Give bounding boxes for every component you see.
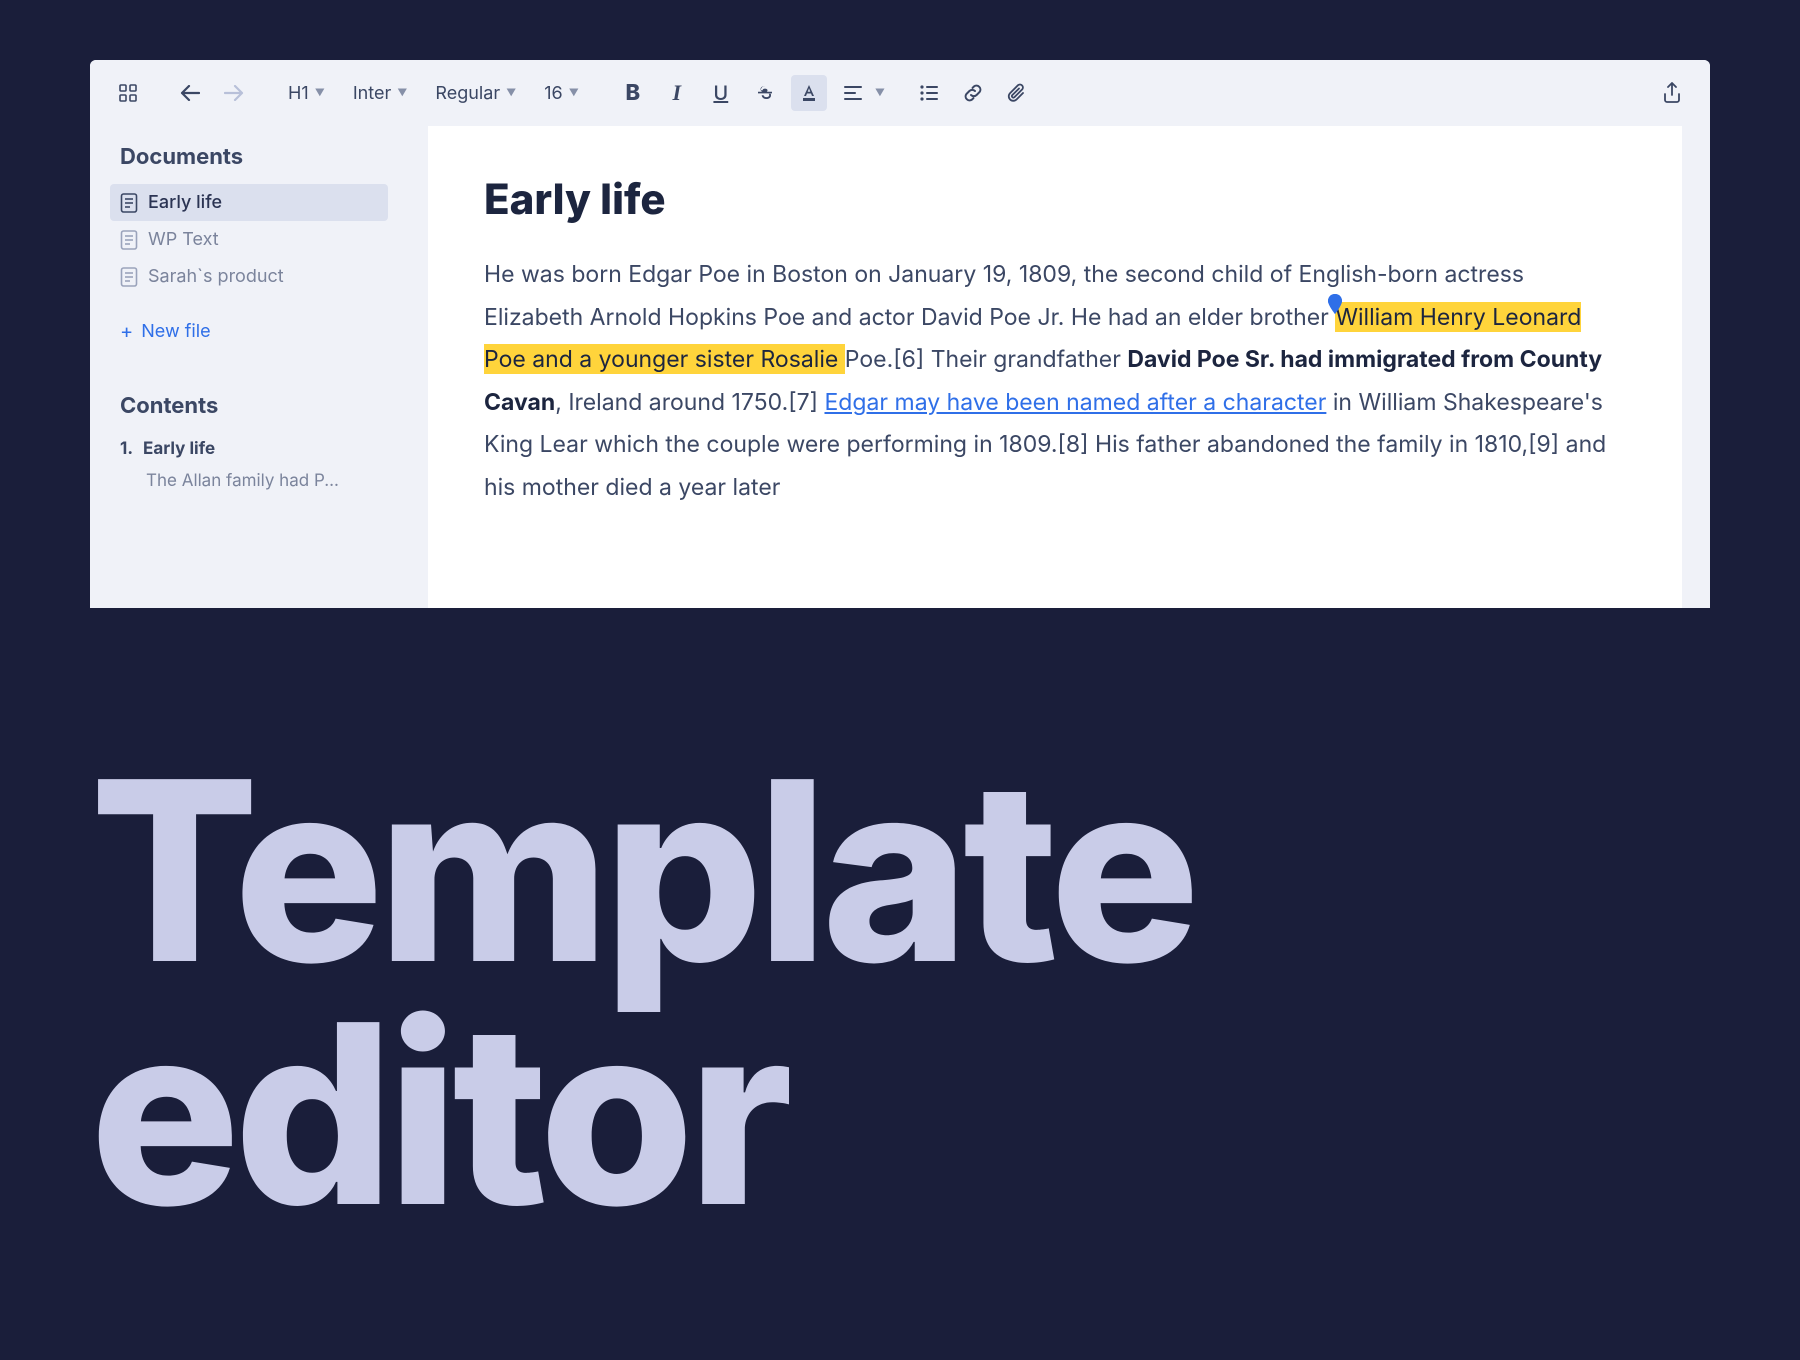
text-color-button[interactable] <box>791 75 827 111</box>
document-item-label: Sarah`s product <box>148 266 284 287</box>
attachment-button[interactable] <box>999 75 1035 111</box>
document-title: Early life <box>484 174 1626 225</box>
font-weight-dropdown[interactable]: Regular ▼ <box>425 75 526 111</box>
body-link[interactable]: Edgar may have been named after a charac… <box>824 388 1326 416</box>
chevron-down-icon: ▼ <box>506 87 516 99</box>
apps-icon[interactable] <box>110 75 146 111</box>
font-size-value: 16 <box>544 83 562 104</box>
contents-item-number: 1. <box>120 439 133 459</box>
chevron-down-icon: ▼ <box>315 87 325 99</box>
document-icon <box>120 193 138 213</box>
font-family-dropdown[interactable]: Inter ▼ <box>343 75 418 111</box>
font-weight-value: Regular <box>435 83 500 104</box>
document-item-early-life[interactable]: Early life <box>110 184 388 221</box>
align-button[interactable] <box>835 75 871 111</box>
strikethrough-button[interactable] <box>747 75 783 111</box>
document-icon <box>120 230 138 250</box>
underline-button[interactable]: U <box>703 75 739 111</box>
contents-sub-item[interactable]: The Allan family had P... <box>110 465 388 497</box>
body-text: , Ireland around 1750.[7] <box>555 388 824 416</box>
new-file-label: New file <box>141 321 210 342</box>
bold-button[interactable]: B <box>615 75 651 111</box>
hero-line-1: Template <box>90 750 1194 993</box>
chevron-down-icon: ▼ <box>875 87 885 99</box>
plus-icon: + <box>120 319 133 343</box>
heading-style-value: H1 <box>288 83 309 104</box>
new-file-button[interactable]: + New file <box>110 311 388 351</box>
font-size-dropdown[interactable]: 16 ▼ <box>534 75 589 111</box>
editor-body: Documents Early life WP Text Sarah`s pro… <box>90 126 1710 608</box>
body-text: Poe.[6] Their grandfather <box>845 345 1128 373</box>
share-button[interactable] <box>1654 75 1690 111</box>
contents-heading: Contents <box>110 393 388 419</box>
editor-window: H1 ▼ Inter ▼ Regular ▼ 16 ▼ B I U ▼ <box>90 60 1710 608</box>
toolbar: H1 ▼ Inter ▼ Regular ▼ 16 ▼ B I U ▼ <box>90 60 1710 126</box>
italic-button[interactable]: I <box>659 75 695 111</box>
font-family-value: Inter <box>353 83 391 104</box>
document-canvas[interactable]: Early life He was born Edgar Poe in Bost… <box>428 126 1682 608</box>
heading-style-dropdown[interactable]: H1 ▼ <box>278 75 335 111</box>
contents-item[interactable]: 1. Early life <box>110 433 388 465</box>
chevron-down-icon: ▼ <box>569 87 579 99</box>
document-body: He was born Edgar Poe in Boston on Janua… <box>484 253 1626 508</box>
link-button[interactable] <box>955 75 991 111</box>
chevron-down-icon: ▼ <box>397 87 407 99</box>
back-button[interactable] <box>172 75 208 111</box>
contents-item-label: Early life <box>143 439 215 459</box>
selection-handle-end-icon[interactable] <box>1327 294 1343 316</box>
document-item-label: Early life <box>148 192 222 213</box>
hero-title: Template editor <box>90 750 1194 1235</box>
document-item-wp-text[interactable]: WP Text <box>110 221 388 258</box>
document-item-sarahs-product[interactable]: Sarah`s product <box>110 258 388 295</box>
document-icon <box>120 267 138 287</box>
document-item-label: WP Text <box>148 229 219 250</box>
sidebar: Documents Early life WP Text Sarah`s pro… <box>90 126 400 608</box>
documents-heading: Documents <box>110 144 388 170</box>
list-button[interactable] <box>911 75 947 111</box>
hero-line-2: editor <box>90 993 1194 1236</box>
forward-button[interactable] <box>216 75 252 111</box>
